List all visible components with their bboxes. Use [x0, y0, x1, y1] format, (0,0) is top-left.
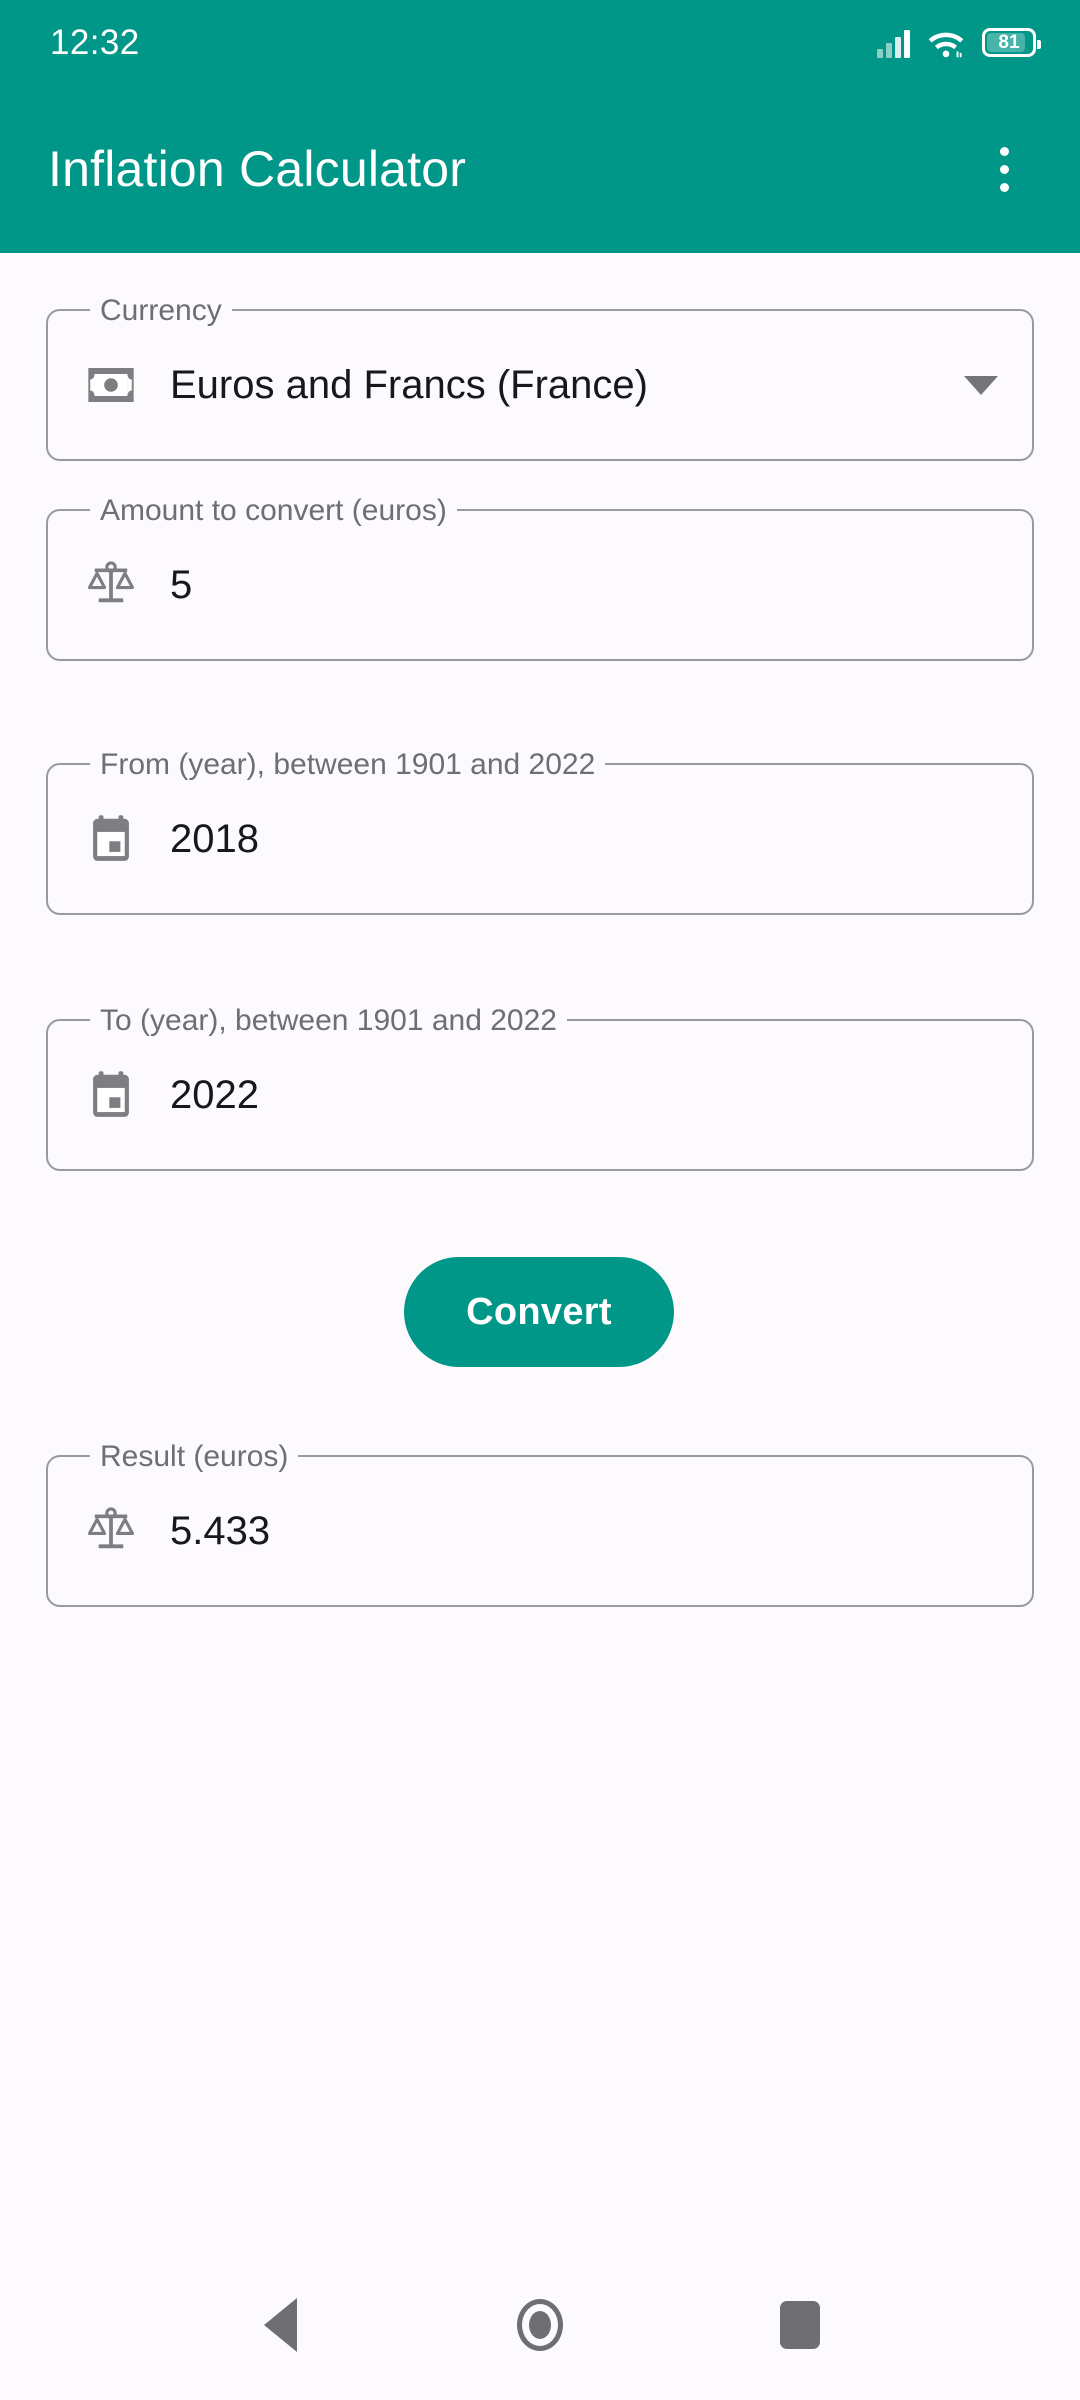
to-year-field[interactable]: To (year), between 1901 and 2022 2022 — [46, 1004, 1034, 1171]
signal-icon — [877, 28, 910, 58]
to-year-field-value: 2022 — [170, 1072, 259, 1117]
result-field-value: 5.433 — [170, 1508, 271, 1553]
from-year-field-label: From (year), between 1901 and 2022 — [90, 748, 606, 782]
recents-square-icon — [780, 2301, 820, 2349]
currency-field[interactable]: Currency Euros and Francs (France) — [46, 294, 1034, 461]
home-button[interactable] — [485, 2270, 595, 2380]
convert-button[interactable]: Convert — [404, 1257, 674, 1367]
main-content: Currency Euros and Francs (France) Amoun… — [0, 253, 1080, 2400]
wifi-icon — [928, 32, 964, 57]
status-icon-group: 81 — [877, 27, 1041, 59]
home-circle-icon — [517, 2299, 563, 2351]
from-year-field[interactable]: From (year), between 1901 and 2022 2018 — [46, 748, 1034, 915]
result-field[interactable]: Result (euros) 5.433 — [46, 1440, 1034, 1607]
to-year-field-label: To (year), between 1901 and 2022 — [90, 1004, 567, 1038]
battery-icon: 81 — [982, 28, 1041, 57]
result-field-label: Result (euros) — [90, 1440, 299, 1474]
calendar-icon — [84, 1068, 138, 1122]
system-nav-bar — [0, 2250, 1080, 2400]
chevron-down-icon[interactable] — [964, 375, 998, 395]
scales-icon — [84, 1504, 138, 1558]
overflow-menu-icon[interactable] — [968, 133, 1040, 205]
currency-field-value: Euros and Francs (France) — [170, 362, 648, 407]
amount-field-value: 5 — [170, 562, 193, 607]
recents-button[interactable] — [745, 2270, 855, 2380]
calendar-icon — [84, 812, 138, 866]
amount-field[interactable]: Amount to convert (euros) 5 — [46, 494, 1034, 661]
back-button[interactable] — [225, 2270, 335, 2380]
back-triangle-icon — [263, 2298, 297, 2352]
status-clock: 12:32 — [50, 22, 140, 62]
amount-field-label: Amount to convert (euros) — [90, 494, 457, 528]
status-bar: 12:32 81 — [0, 0, 1080, 85]
banknote-icon — [84, 358, 138, 412]
battery-level-text: 81 — [998, 32, 1020, 53]
scales-icon — [84, 558, 138, 612]
currency-field-label: Currency — [90, 294, 232, 328]
page-title: Inflation Calculator — [48, 141, 467, 197]
from-year-field-value: 2018 — [170, 816, 259, 861]
app-bar: Inflation Calculator — [0, 85, 1080, 253]
